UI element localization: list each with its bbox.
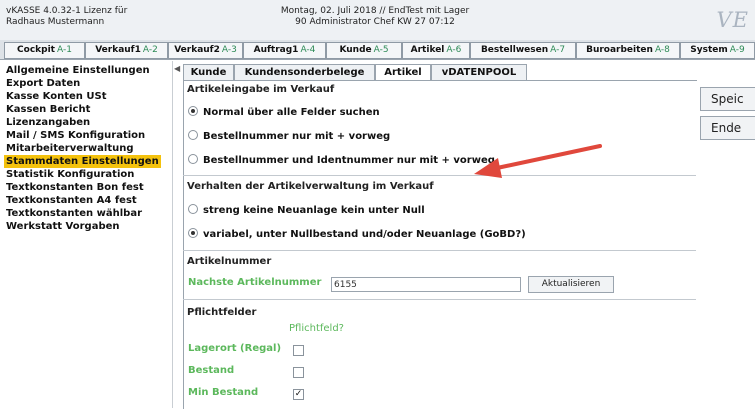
- annotation-arrow: [474, 144, 602, 178]
